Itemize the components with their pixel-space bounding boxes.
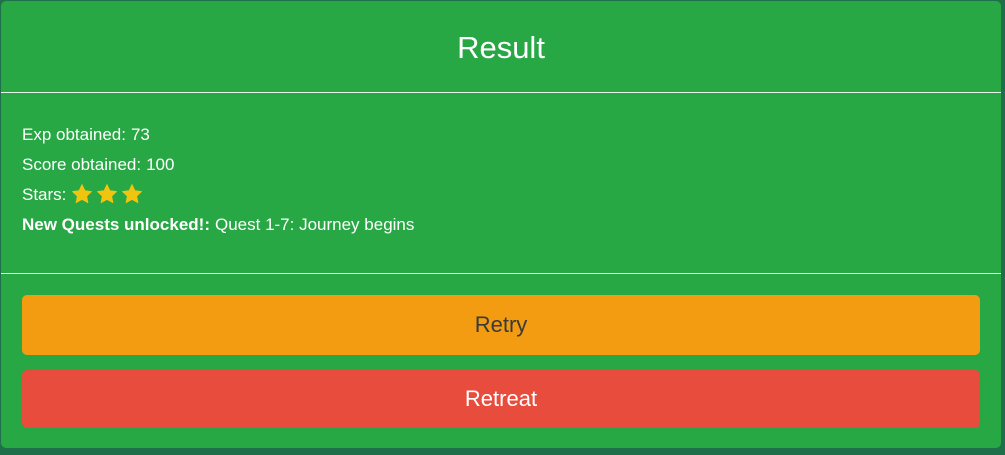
retreat-button[interactable]: Retreat — [22, 370, 980, 428]
exp-label: Exp obtained: — [22, 124, 126, 144]
score-value: 100 — [146, 154, 175, 174]
modal-body: Exp obtained: 73 Score obtained: 100 Stars… — [1, 93, 1001, 274]
modal-title: Result — [457, 29, 545, 65]
quests-line: New Quests unlocked!: Quest 1-7: Journey … — [22, 209, 980, 239]
quests-value: Quest 1-7: Journey begins — [214, 214, 415, 234]
star-icon — [97, 184, 118, 204]
result-modal: Result Exp obtained: 73 Score obtained: 10… — [1, 1, 1001, 448]
score-label: Score obtained: — [22, 154, 142, 174]
retry-button[interactable]: Retry — [22, 295, 980, 355]
exp-line: Exp obtained: 73 — [22, 119, 980, 149]
modal-header: Result — [1, 1, 1001, 93]
exp-value: 73 — [130, 124, 150, 144]
stars-label: Stars: — [22, 184, 67, 204]
star-icon — [72, 184, 93, 204]
star-icon — [122, 184, 143, 204]
quests-label: New Quests unlocked!: — [22, 214, 210, 234]
modal-footer: Retry Retreat — [1, 274, 1001, 428]
star-rating — [71, 183, 143, 205]
score-line: Score obtained: 100 — [22, 149, 980, 179]
stars-line: Stars: — [22, 179, 980, 209]
